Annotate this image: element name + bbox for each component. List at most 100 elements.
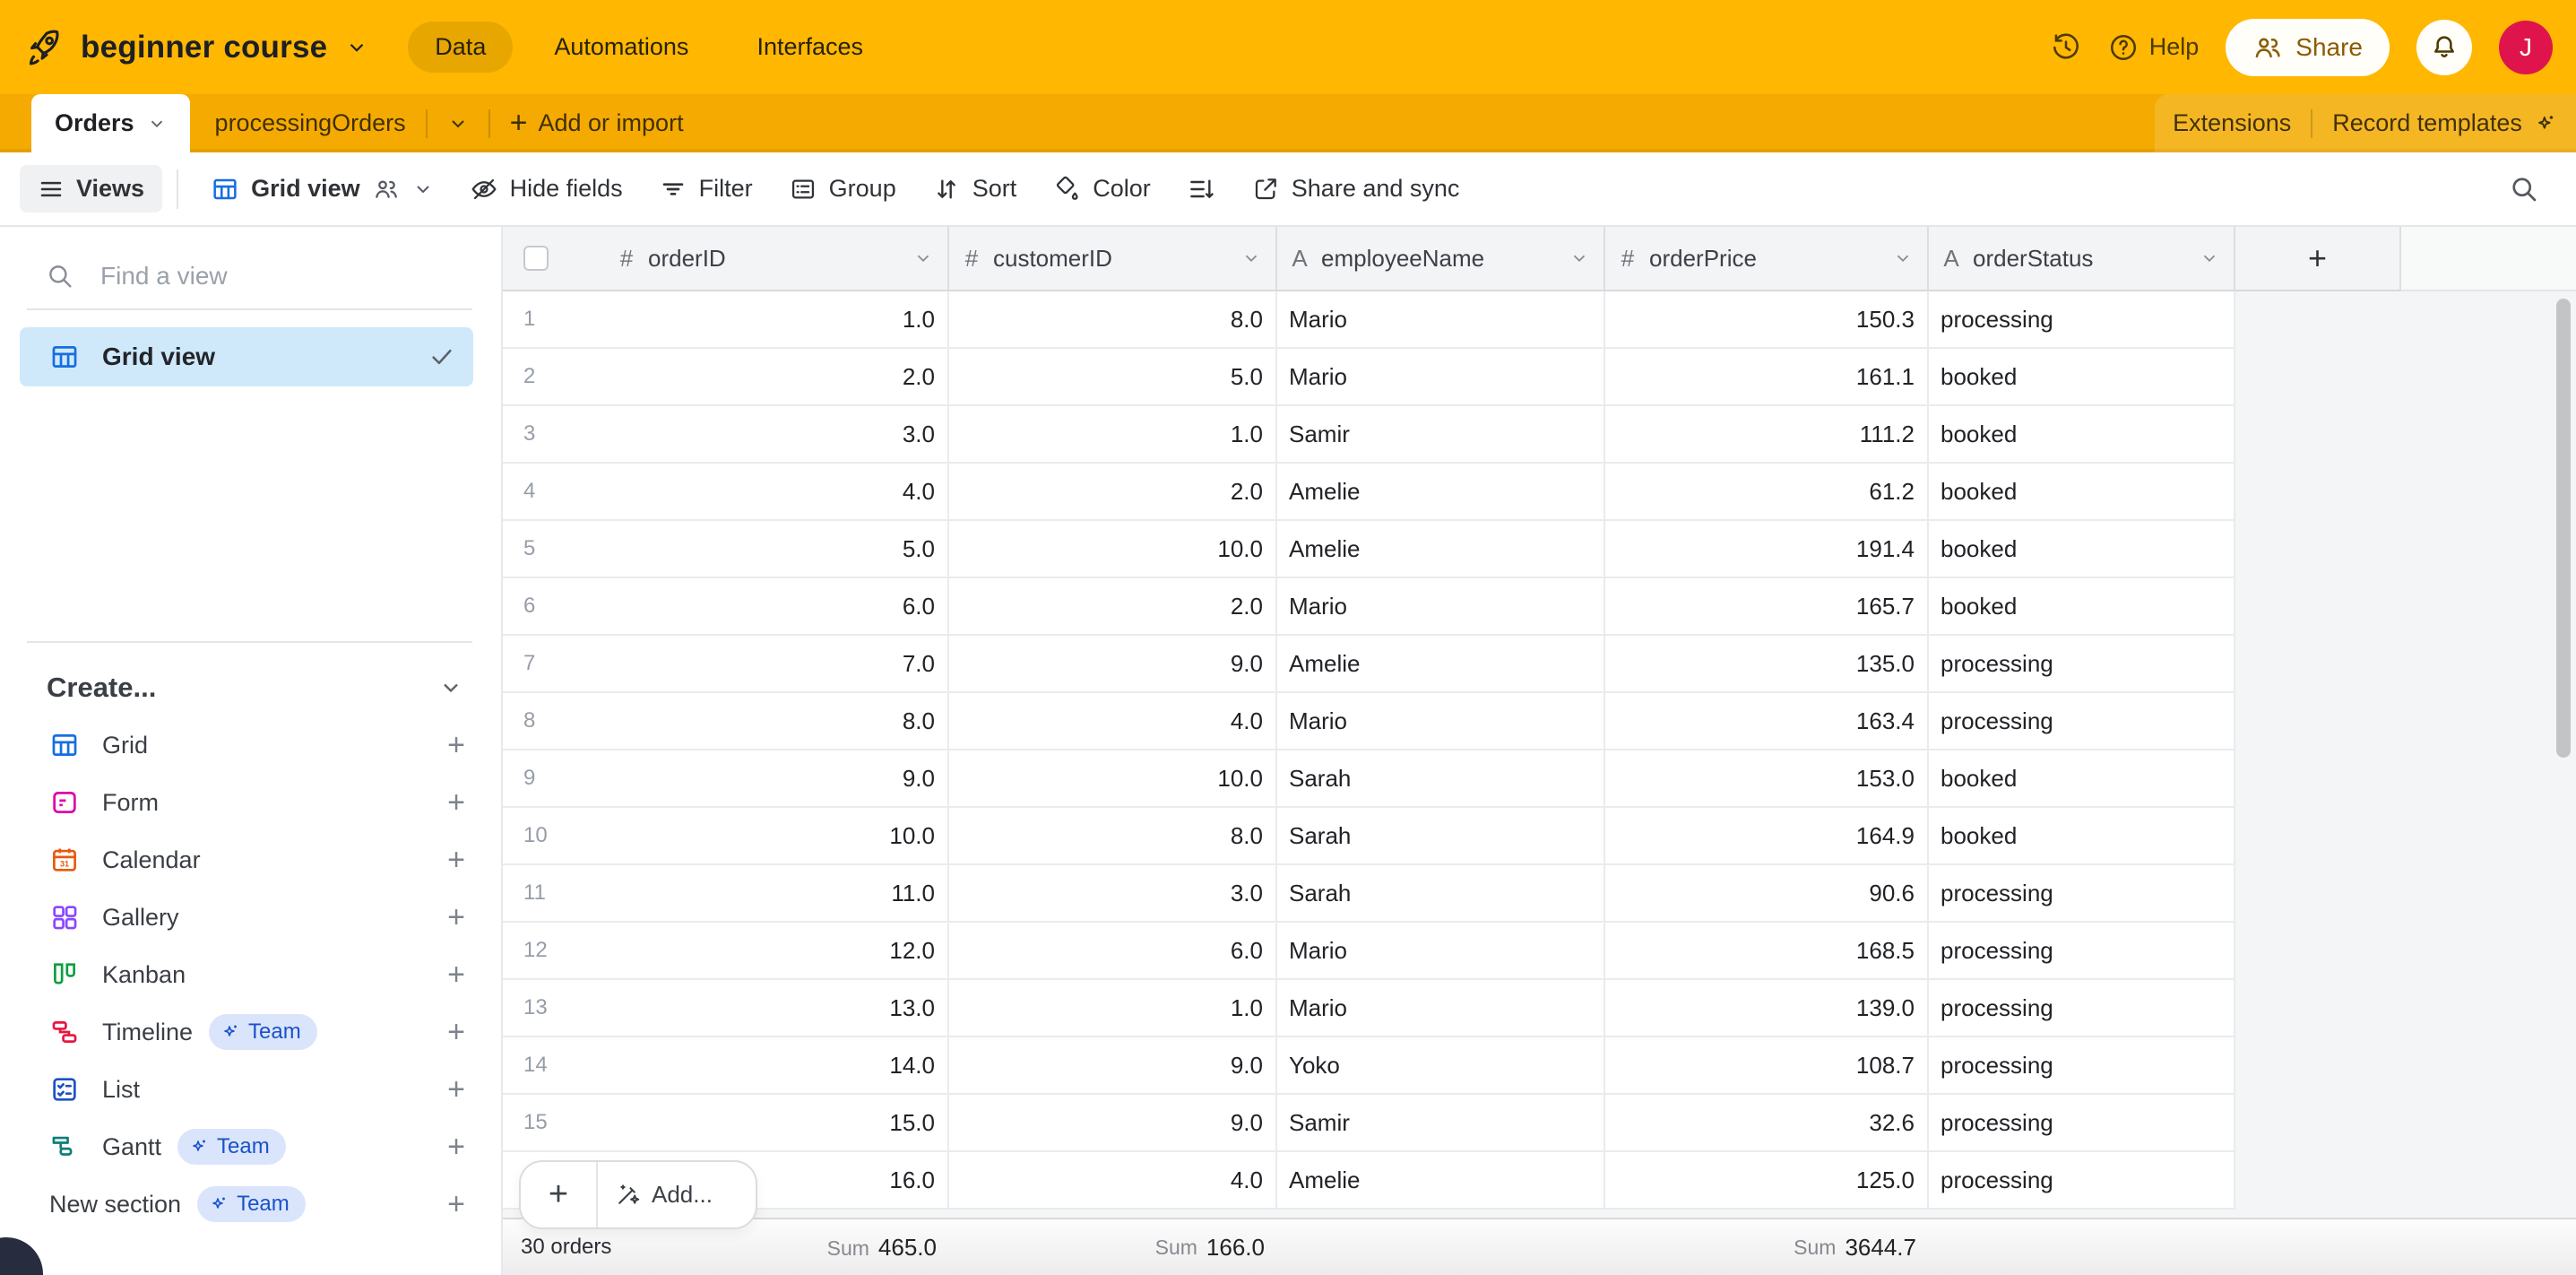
cell-orderPrice[interactable]: 164.9 — [1605, 808, 1929, 865]
tab-data[interactable]: Data — [408, 22, 513, 73]
cell-employeeName[interactable]: Amelie — [1277, 521, 1605, 578]
field-chevron-icon[interactable] — [1893, 248, 1913, 268]
cell-orderPrice[interactable]: 32.6 — [1605, 1095, 1929, 1152]
avatar[interactable]: J — [2499, 21, 2553, 74]
cell-orderPrice[interactable]: 153.0 — [1605, 750, 1929, 808]
base-brand[interactable]: beginner course — [23, 28, 368, 67]
add-gantt-view-button[interactable]: + — [447, 1130, 465, 1165]
cell-orderID[interactable]: 13 13.0 — [503, 980, 949, 1037]
cell-customerID[interactable]: 5.0 — [949, 349, 1277, 406]
cell-customerID[interactable]: 8.0 — [949, 291, 1277, 349]
add-grid-view-button[interactable]: + — [447, 728, 465, 763]
cell-employeeName[interactable]: Sarah — [1277, 865, 1605, 923]
cell-employeeName[interactable]: Samir — [1277, 1095, 1605, 1152]
cell-orderPrice[interactable]: 61.2 — [1605, 464, 1929, 521]
row-height-button[interactable] — [1169, 165, 1233, 213]
cell-employeeName[interactable]: Amelie — [1277, 1152, 1605, 1210]
filter-button[interactable]: Filter — [641, 165, 771, 213]
field-header-employeeName[interactable]: A employeeName — [1277, 227, 1605, 291]
sort-button[interactable]: Sort — [914, 165, 1035, 213]
cell-orderStatus[interactable]: processing — [1929, 865, 2235, 923]
field-chevron-icon[interactable] — [1241, 248, 1261, 268]
cell-orderPrice[interactable]: 168.5 — [1605, 923, 1929, 980]
create-section-header[interactable]: Create... — [0, 659, 501, 716]
cell-orderID[interactable]: 11 11.0 — [503, 865, 949, 923]
cell-orderPrice[interactable]: 111.2 — [1605, 406, 1929, 464]
cell-orderStatus[interactable]: processing — [1929, 636, 2235, 693]
cell-orderStatus[interactable]: booked — [1929, 750, 2235, 808]
share-button[interactable]: Share — [2226, 19, 2390, 76]
cell-customerID[interactable]: 8.0 — [949, 808, 1277, 865]
cell-employeeName[interactable]: Samir — [1277, 406, 1605, 464]
record-templates-button[interactable]: Record templates — [2332, 109, 2558, 137]
sidebar-item-grid[interactable]: Grid + — [0, 716, 501, 774]
sidebar-item-kanban[interactable]: Kanban + — [0, 946, 501, 1003]
cell-customerID[interactable]: 4.0 — [949, 693, 1277, 750]
tab-orders[interactable]: Orders — [31, 94, 190, 152]
add-calendar-view-button[interactable]: + — [447, 843, 465, 878]
search-button[interactable] — [2508, 173, 2540, 205]
help-button[interactable]: Help — [2108, 32, 2200, 63]
cell-orderID[interactable]: 8 8.0 — [503, 693, 949, 750]
cell-orderStatus[interactable]: booked — [1929, 578, 2235, 636]
cell-employeeName[interactable]: Mario — [1277, 693, 1605, 750]
field-header-orderPrice[interactable]: # orderPrice — [1605, 227, 1929, 291]
sidebar-item-timeline[interactable]: Timeline Team + — [0, 1003, 501, 1061]
cell-orderPrice[interactable]: 161.1 — [1605, 349, 1929, 406]
cell-orderID[interactable]: 14 14.0 — [503, 1037, 949, 1095]
tab-interfaces[interactable]: Interfaces — [730, 22, 890, 73]
cell-orderStatus[interactable]: processing — [1929, 1037, 2235, 1095]
summary-customerID[interactable]: Sum 166.0 — [949, 1219, 1277, 1275]
cell-employeeName[interactable]: Sarah — [1277, 750, 1605, 808]
sidebar-item-gantt[interactable]: Gantt Team + — [0, 1118, 501, 1175]
color-button[interactable]: Color — [1034, 165, 1169, 213]
cell-customerID[interactable]: 10.0 — [949, 750, 1277, 808]
cell-orderID[interactable]: 1 1.0 — [503, 291, 949, 349]
cell-customerID[interactable]: 3.0 — [949, 865, 1277, 923]
cell-employeeName[interactable]: Sarah — [1277, 808, 1605, 865]
cell-orderID[interactable]: 15 15.0 — [503, 1095, 949, 1152]
tab-chevron-down-icon[interactable] — [147, 114, 167, 134]
add-section-button[interactable]: + — [447, 1187, 465, 1222]
add-kanban-view-button[interactable]: + — [447, 958, 465, 993]
sidebar-item-calendar[interactable]: 31 Calendar + — [0, 831, 501, 889]
cell-orderPrice[interactable]: 90.6 — [1605, 865, 1929, 923]
cell-employeeName[interactable]: Mario — [1277, 578, 1605, 636]
field-header-orderStatus[interactable]: A orderStatus — [1929, 227, 2235, 291]
cell-orderID[interactable]: 3 3.0 — [503, 406, 949, 464]
summary-orderStatus[interactable] — [1929, 1219, 2235, 1275]
collapse-chevron-icon[interactable] — [438, 675, 463, 700]
cell-orderStatus[interactable]: booked — [1929, 464, 2235, 521]
view-switcher-button[interactable]: Grid view — [193, 165, 452, 213]
cell-customerID[interactable]: 6.0 — [949, 923, 1277, 980]
cell-orderID[interactable]: 2 2.0 — [503, 349, 949, 406]
cell-customerID[interactable]: 9.0 — [949, 1037, 1277, 1095]
ai-add-row-button[interactable]: Add... — [598, 1162, 756, 1227]
cell-employeeName[interactable]: Yoko — [1277, 1037, 1605, 1095]
cell-customerID[interactable]: 9.0 — [949, 1095, 1277, 1152]
cell-orderPrice[interactable]: 108.7 — [1605, 1037, 1929, 1095]
cell-orderID[interactable]: 6 6.0 — [503, 578, 949, 636]
summary-employeeName[interactable] — [1277, 1219, 1605, 1275]
cell-customerID[interactable]: 2.0 — [949, 578, 1277, 636]
cell-orderID[interactable]: 4 4.0 — [503, 464, 949, 521]
cell-orderPrice[interactable]: 150.3 — [1605, 291, 1929, 349]
add-field-button[interactable]: + — [2235, 227, 2401, 291]
notifications-button[interactable] — [2416, 20, 2472, 75]
summary-orderPrice[interactable]: Sum 3644.7 — [1605, 1219, 1929, 1275]
views-button[interactable]: Views — [20, 165, 162, 212]
cell-orderPrice[interactable]: 139.0 — [1605, 980, 1929, 1037]
tab-processing-orders[interactable]: processingOrders — [215, 109, 406, 137]
table-list-chevron-button[interactable] — [447, 113, 469, 134]
field-header-orderID[interactable]: # orderID — [503, 227, 949, 291]
group-button[interactable]: Group — [771, 165, 914, 213]
cell-orderPrice[interactable]: 135.0 — [1605, 636, 1929, 693]
cell-customerID[interactable]: 1.0 — [949, 980, 1277, 1037]
cell-customerID[interactable]: 9.0 — [949, 636, 1277, 693]
field-chevron-icon[interactable] — [2200, 248, 2219, 268]
cell-orderID[interactable]: 9 9.0 — [503, 750, 949, 808]
cell-orderPrice[interactable]: 125.0 — [1605, 1152, 1929, 1210]
cell-employeeName[interactable]: Amelie — [1277, 636, 1605, 693]
sidebar-item-new-section[interactable]: New section Team + — [0, 1175, 501, 1233]
cell-orderStatus[interactable]: booked — [1929, 349, 2235, 406]
